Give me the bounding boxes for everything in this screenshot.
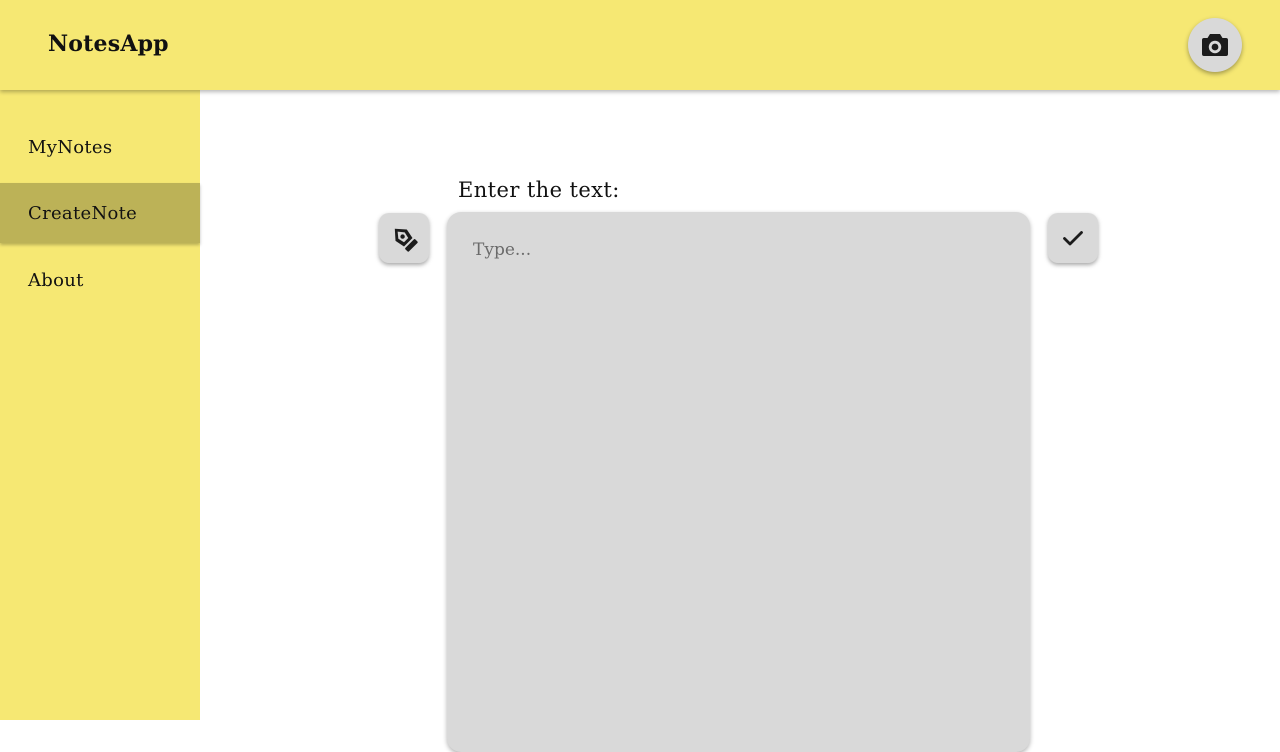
app-header: NotesApp [0,0,1280,90]
sidebar-item-about[interactable]: About [0,250,200,310]
save-note-button[interactable] [1048,213,1098,263]
sidebar-item-label: MyNotes [28,136,113,158]
editor-label: Enter the text: [458,178,620,202]
note-text-input[interactable] [447,212,1030,752]
pen-tool-icon [388,222,420,254]
camera-icon [1201,32,1229,58]
camera-button[interactable] [1188,18,1242,72]
sidebar: MyNotes CreateNote About [0,90,200,720]
sidebar-item-label: About [28,269,84,291]
checkmark-icon [1061,226,1085,250]
app-title: NotesApp [48,31,169,57]
sidebar-item-label: CreateNote [28,202,138,224]
sidebar-item-createnote[interactable]: CreateNote [0,183,200,243]
pen-tool-button[interactable] [379,213,429,263]
sidebar-item-mynotes[interactable]: MyNotes [0,117,200,177]
